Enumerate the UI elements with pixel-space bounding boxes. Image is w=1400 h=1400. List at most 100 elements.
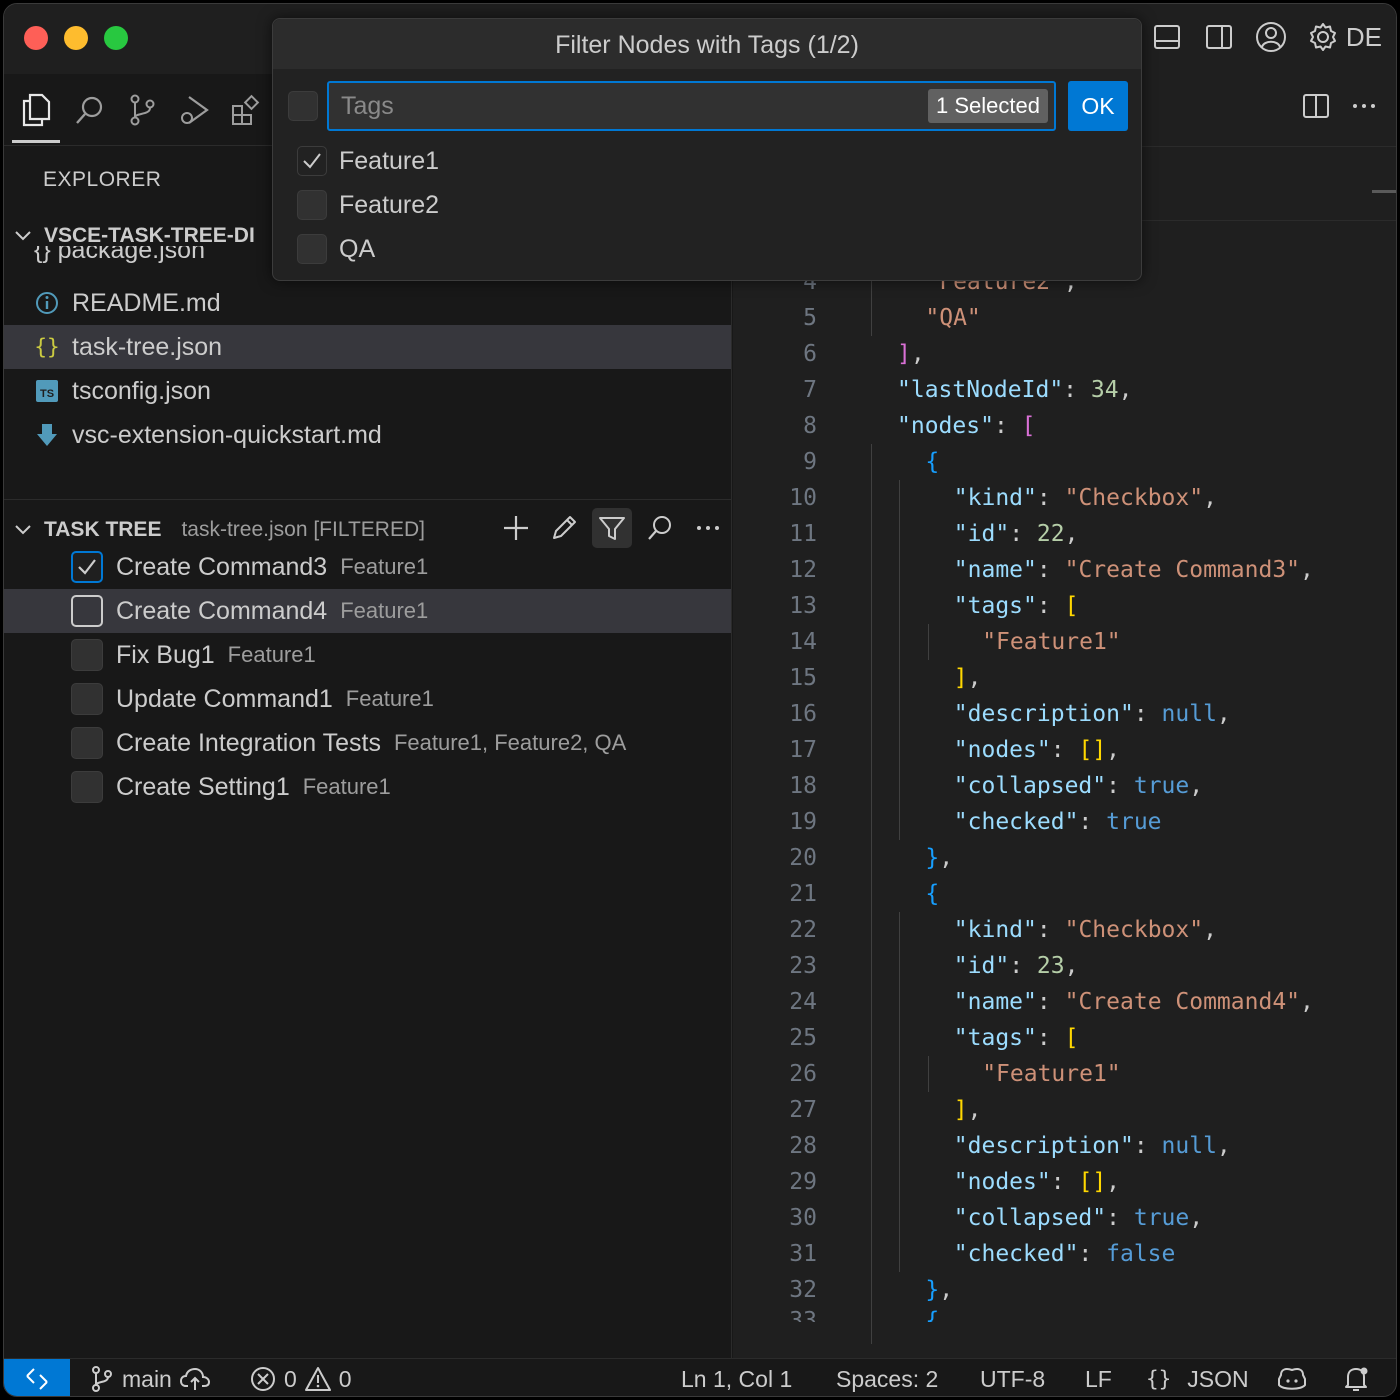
search-icon[interactable]: [70, 90, 110, 130]
file-row-readme[interactable]: README.md: [4, 281, 731, 325]
quick-pick-item-label: Feature2: [339, 190, 440, 219]
file-row-task-tree-json[interactable]: {} task-tree.json: [4, 325, 731, 369]
more-actions-icon[interactable]: [1350, 92, 1378, 120]
minimize-window-button[interactable]: [64, 26, 88, 50]
quick-pick-checkbox[interactable]: [297, 234, 327, 264]
task-checkbox[interactable]: [71, 727, 103, 759]
code-line: 12 "name": "Create Command3",: [733, 552, 1396, 588]
json-braces-icon: {}: [1146, 1367, 1172, 1391]
tags-input-box[interactable]: 1 Selected: [327, 81, 1056, 131]
code-line: 15],: [733, 660, 1396, 696]
line-code: "name": "Create Command3",: [953, 557, 1314, 583]
copilot-icon[interactable]: [1276, 1359, 1308, 1396]
svg-text:TS: TS: [40, 388, 54, 400]
explorer-files-icon[interactable]: [16, 90, 56, 130]
task-row[interactable]: Fix Bug1 Feature1: [4, 633, 731, 677]
quick-pick-checkbox-checked[interactable]: [297, 146, 327, 176]
ok-button[interactable]: OK: [1068, 81, 1128, 131]
select-all-checkbox[interactable]: [288, 91, 318, 121]
task-checkbox[interactable]: [71, 771, 103, 803]
code-line: 21 {: [733, 876, 1396, 912]
gear-icon[interactable]: [1306, 20, 1340, 54]
quick-pick-item[interactable]: QA: [297, 229, 375, 269]
split-editor-icon[interactable]: [1302, 92, 1330, 120]
sidebar-title: EXPLORER: [43, 168, 162, 191]
task-checkbox[interactable]: [71, 683, 103, 715]
task-tags: Feature1: [340, 598, 429, 623]
task-label: Create Setting1: [116, 772, 290, 801]
line-number: 22: [789, 917, 817, 943]
add-icon[interactable]: [496, 508, 536, 548]
account-icon[interactable]: [1254, 20, 1288, 54]
close-window-button[interactable]: [24, 26, 48, 50]
more-actions-icon[interactable]: [688, 508, 728, 548]
code-line: 28 "description": null,: [733, 1128, 1396, 1164]
title-bar-actions: DE: [1150, 20, 1382, 54]
extensions-icon[interactable]: [226, 90, 266, 130]
task-checkbox-checked[interactable]: [71, 551, 103, 583]
line-number: 12: [789, 557, 817, 583]
line-code: "checked": false: [953, 1241, 1176, 1267]
filter-icon[interactable]: [592, 508, 632, 548]
tags-input[interactable]: [341, 89, 901, 123]
git-branch-icon: [92, 1366, 112, 1392]
code-line: 14 "Feature1": [733, 624, 1396, 660]
language-mode[interactable]: {} JSON: [1146, 1359, 1249, 1396]
encoding-status[interactable]: UTF-8: [980, 1359, 1045, 1396]
toggle-panel-icon[interactable]: [1150, 20, 1184, 54]
task-row[interactable]: Create Command4 Feature1: [4, 589, 731, 633]
ts-icon: TS: [32, 380, 62, 402]
file-row-tsconfig[interactable]: TS tsconfig.json: [4, 369, 731, 413]
task-row[interactable]: Create Integration Tests Feature1, Featu…: [4, 721, 731, 765]
file-name: task-tree.json: [72, 332, 223, 361]
partial-file-row[interactable]: {} package.json: [34, 246, 205, 268]
quick-pick-checkbox[interactable]: [297, 190, 327, 220]
quick-pick-item[interactable]: Feature2: [297, 185, 439, 225]
project-section-header[interactable]: VSCE-TASK-TREE-DI: [12, 224, 255, 248]
line-code: "tags": [: [953, 1025, 1079, 1051]
line-code: "kind": "Checkbox",: [953, 917, 1217, 943]
branch-status[interactable]: main: [90, 1359, 210, 1396]
line-number: 7: [803, 377, 817, 403]
task-checkbox[interactable]: [71, 639, 103, 671]
info-icon: [32, 291, 62, 315]
toggle-secondary-sidebar-icon[interactable]: [1202, 20, 1236, 54]
task-tags: Feature1: [340, 554, 429, 579]
indentation-status[interactable]: Spaces: 2: [836, 1359, 938, 1396]
cursor-position[interactable]: Ln 1, Col 1: [681, 1359, 792, 1396]
code-line: 25 "tags": [: [733, 1020, 1396, 1056]
line-number: 6: [803, 341, 817, 367]
task-checkbox[interactable]: [71, 595, 103, 627]
source-control-icon[interactable]: [122, 90, 162, 130]
file-row-quickstart[interactable]: vsc-extension-quickstart.md: [4, 413, 731, 457]
line-code: "nodes": [],: [953, 737, 1121, 763]
task-row[interactable]: Create Command3 Feature1: [4, 545, 731, 589]
line-code: {: [925, 881, 940, 907]
quick-pick-item[interactable]: Feature1: [297, 141, 439, 181]
vertical-scrollbar[interactable]: [1396, 194, 1397, 1354]
line-code: "nodes": [: [897, 413, 1036, 439]
task-row[interactable]: Create Setting1 Feature1: [4, 765, 731, 809]
file-name: vsc-extension-quickstart.md: [72, 420, 382, 449]
code-line: 24 "name": "Create Command4",: [733, 984, 1396, 1020]
notifications-bell-icon[interactable]: [1342, 1359, 1370, 1396]
task-row[interactable]: Update Command1 Feature1: [4, 677, 731, 721]
line-code: "id": 23,: [953, 953, 1079, 979]
code-line: 6],: [733, 336, 1396, 372]
maximize-window-button[interactable]: [104, 26, 128, 50]
active-view-indicator: [12, 140, 60, 143]
edit-pencil-icon[interactable]: [544, 508, 584, 548]
remote-indicator[interactable]: [4, 1359, 70, 1396]
line-number: 23: [789, 953, 817, 979]
line-number: 24: [789, 989, 817, 1015]
code-line: 30 "collapsed": true,: [733, 1200, 1396, 1236]
line-number: 16: [789, 701, 817, 727]
line-number: 33: [789, 1308, 817, 1322]
run-debug-icon[interactable]: [174, 90, 214, 130]
eol-status[interactable]: LF: [1085, 1359, 1112, 1396]
problems-status[interactable]: 0 0: [250, 1359, 352, 1396]
search-icon[interactable]: [640, 508, 680, 548]
line-number: 21: [789, 881, 817, 907]
scrollbar-thumb[interactable]: [1372, 190, 1396, 193]
code-line: 9{: [733, 444, 1396, 480]
